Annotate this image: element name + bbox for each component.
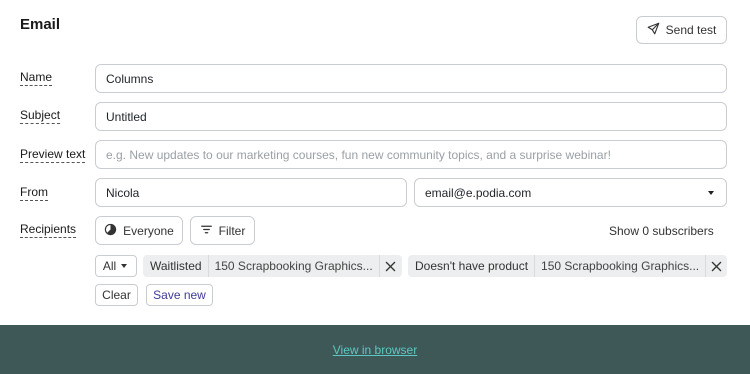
filter-chip-value: 150 Scrapbooking Graphics... [534, 255, 705, 277]
everyone-button[interactable]: Everyone [95, 216, 183, 245]
preview-text-field[interactable] [95, 140, 727, 169]
filter-chip-key: Waitlisted [150, 259, 202, 273]
email-footer: View in browser [0, 325, 750, 374]
filter-label: Filter [218, 223, 246, 238]
preview-text-label: Preview text [20, 147, 86, 163]
paper-plane-icon [647, 22, 660, 38]
filter-button[interactable]: Filter [190, 216, 255, 245]
chevron-down-icon [708, 190, 714, 195]
from-email-value: email@e.podia.com [425, 185, 532, 200]
match-mode-value: All [102, 259, 117, 273]
close-icon[interactable] [705, 255, 727, 277]
pie-chart-icon [104, 223, 117, 239]
from-label: From [20, 185, 48, 201]
from-name-field[interactable] [95, 178, 407, 207]
match-mode-select[interactable]: All [95, 255, 137, 277]
filter-chip[interactable]: Waitlisted 150 Scrapbooking Graphics... [143, 255, 402, 277]
recipients-label: Recipients [20, 222, 77, 238]
from-email-select[interactable]: email@e.podia.com [414, 178, 727, 207]
filter-chip-key: Doesn't have product [415, 259, 529, 273]
close-icon[interactable] [378, 255, 402, 277]
send-test-label: Send test [665, 23, 717, 37]
subject-label: Subject [20, 108, 61, 124]
chevron-down-icon [121, 264, 128, 268]
filter-lines-icon [200, 223, 213, 239]
filter-chip-value: 150 Scrapbooking Graphics... [207, 255, 379, 277]
filter-chip[interactable]: Doesn't have product 150 Scrapbooking Gr… [408, 255, 727, 277]
page-title: Email [20, 16, 61, 33]
send-test-button[interactable]: Send test [636, 16, 727, 44]
save-new-button[interactable]: Save new [146, 284, 213, 306]
view-in-browser-link[interactable]: View in browser [333, 343, 417, 357]
clear-button[interactable]: Clear [95, 284, 138, 306]
subscriber-count-text: Show 0 subscribers [609, 224, 714, 238]
name-field[interactable] [95, 64, 727, 93]
everyone-label: Everyone [123, 223, 174, 238]
subject-field[interactable] [95, 102, 727, 131]
name-label: Name [20, 70, 53, 86]
